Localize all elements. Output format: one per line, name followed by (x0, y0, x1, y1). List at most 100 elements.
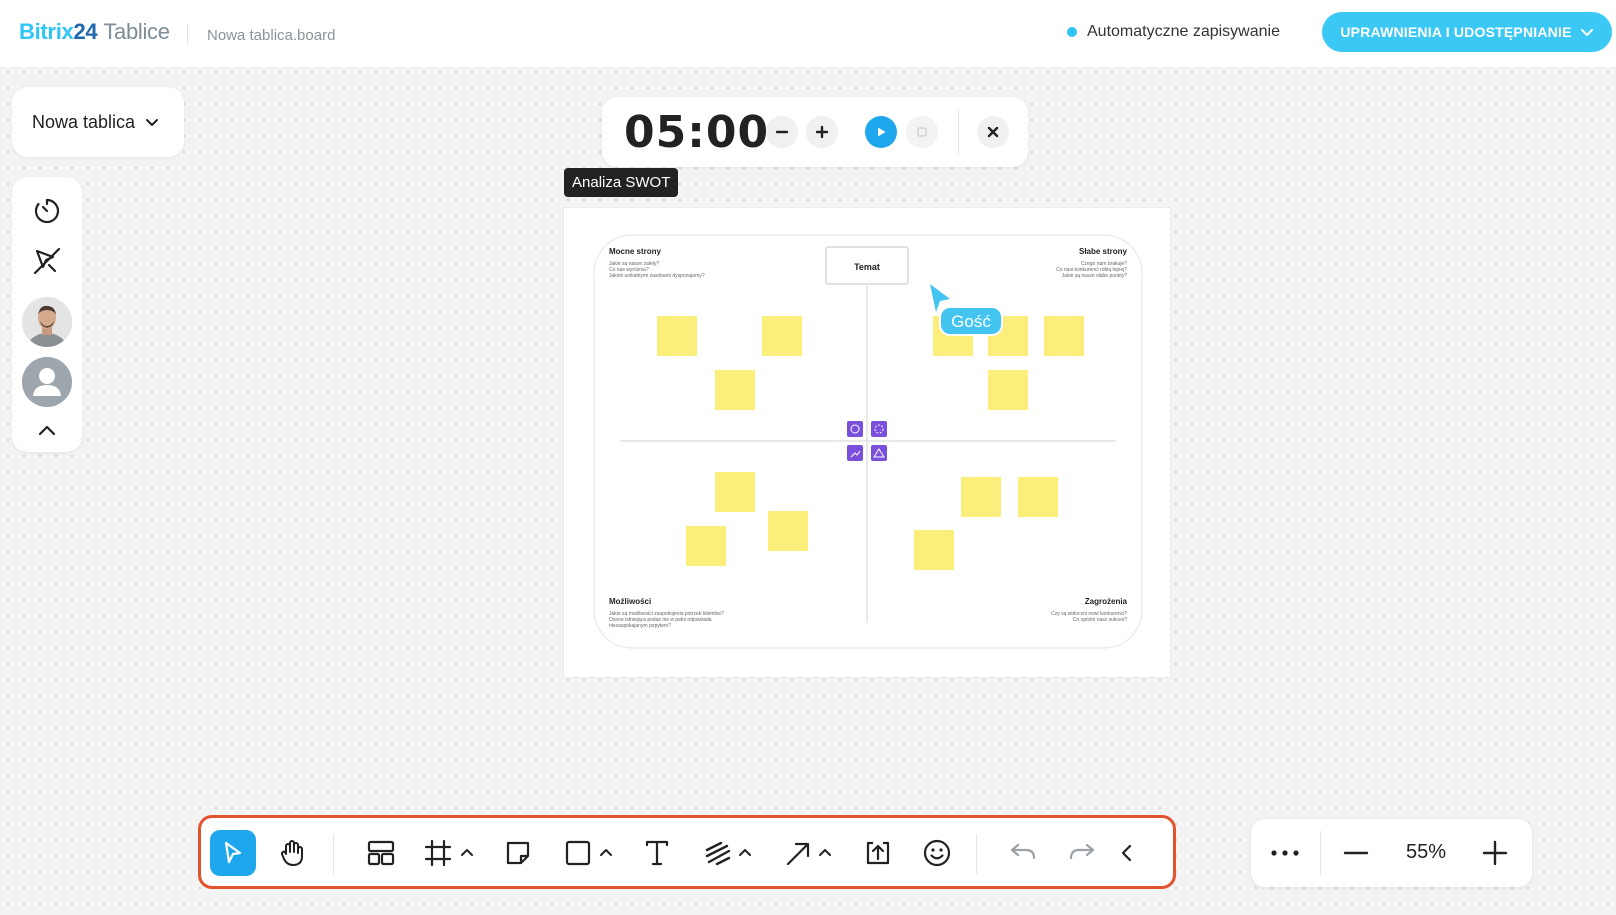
participant-avatar-photo[interactable] (12, 297, 82, 347)
connector-tool-button[interactable] (776, 830, 822, 876)
plus-icon (1482, 840, 1508, 866)
timer-panel: 05:00 (602, 97, 1028, 167)
more-dots-icon (1271, 850, 1299, 856)
timer-value: 05:00 (624, 107, 770, 158)
emoji-tool-button[interactable] (914, 830, 960, 876)
hand-icon (281, 840, 303, 866)
chevron-down-icon (146, 119, 159, 126)
plus-icon (815, 125, 829, 139)
timer-stop-button[interactable] (906, 116, 938, 148)
chevron-up-icon[interactable] (599, 845, 613, 859)
timer-divider (958, 109, 959, 155)
frame-tool-button[interactable] (415, 830, 461, 876)
person-photo-icon (22, 297, 72, 347)
minus-icon (775, 130, 789, 134)
zoom-panel: 55% (1251, 819, 1532, 887)
share-button-label: UPRAWNIENIA I UDOSTĘPNIANIE (1340, 24, 1572, 40)
swot-frame[interactable]: Temat Mocne strony Jakie są nasze zalety… (564, 208, 1170, 677)
user-placeholder-icon (22, 357, 72, 407)
collapse-toolbar-button[interactable] (1104, 830, 1150, 876)
sticky-note[interactable] (988, 370, 1028, 410)
chevron-up-icon[interactable] (818, 845, 832, 859)
undo-button[interactable] (1000, 830, 1046, 876)
sticky-note[interactable] (961, 477, 1001, 517)
chevron-down-icon (1580, 29, 1593, 36)
timer-decrease-button[interactable] (766, 116, 798, 148)
avatar (22, 297, 72, 347)
opportunities-line: niezaspokajanym popytem? (609, 623, 671, 629)
topic-label: Temat (854, 262, 880, 272)
strengths-line: Jakimi unikalnymi zasobami dysponujemy? (609, 273, 705, 279)
sticky-note-tool-button[interactable] (495, 830, 541, 876)
sticky-note-icon (506, 841, 530, 865)
sticky-note[interactable] (1044, 316, 1084, 356)
text-tool-button[interactable] (634, 830, 680, 876)
cursor-off-icon (33, 247, 61, 275)
stop-icon (917, 127, 927, 137)
sticky-note[interactable] (715, 370, 755, 410)
chevron-left-icon (1121, 844, 1132, 862)
weaknesses-line: Jakie są nasze słabe punkty? (1062, 273, 1128, 279)
share-permissions-button[interactable]: UPRAWNIENIA I UDOSTĘPNIANIE (1322, 12, 1612, 52)
sticky-note[interactable] (686, 526, 726, 566)
timer-icon (34, 198, 60, 224)
frame-label[interactable]: Analiza SWOT (564, 168, 679, 197)
timer-play-button[interactable] (865, 116, 897, 148)
sticky-note[interactable] (914, 530, 954, 570)
bottom-toolbar (198, 815, 1176, 889)
timer-increase-button[interactable] (806, 116, 838, 148)
chevron-up-icon[interactable] (738, 845, 752, 859)
header-divider (187, 24, 188, 44)
sticky-note[interactable] (715, 472, 755, 512)
upload-tool-button[interactable] (855, 830, 901, 876)
chevron-up-icon (38, 425, 56, 436)
zoom-in-button[interactable] (1478, 836, 1512, 870)
participant-avatar-guest[interactable] (12, 357, 82, 407)
app-logo[interactable]: Bitrix24 Tablice (19, 19, 170, 45)
close-icon (987, 126, 999, 138)
zoom-divider (1320, 831, 1321, 875)
shape-tool-button[interactable] (555, 830, 601, 876)
left-sidebar (12, 177, 82, 452)
swot-diagram: Temat Mocne strony Jakie są nasze zalety… (593, 234, 1143, 649)
collapse-sidebar-button[interactable] (12, 419, 82, 441)
board-selector-label: Nowa tablica (32, 111, 136, 132)
minus-icon (1343, 851, 1369, 855)
more-options-button[interactable] (1268, 836, 1302, 870)
logo-brand-number: 24 (73, 19, 98, 44)
sticky-note[interactable] (657, 316, 697, 356)
frame-hash-icon (424, 839, 452, 867)
threats-title: Zagrożenia (1085, 597, 1128, 606)
redo-button[interactable] (1059, 830, 1105, 876)
cursor-arrow-icon (224, 841, 242, 864)
sticky-note[interactable] (1018, 477, 1058, 517)
timer-close-button[interactable] (977, 116, 1009, 148)
logo-brand: Bitrix (19, 19, 74, 44)
arrow-up-right-icon (786, 842, 810, 866)
layout-template-icon (367, 840, 395, 866)
avatar (22, 357, 72, 407)
timer-button[interactable] (12, 197, 82, 225)
text-icon (645, 840, 669, 866)
pen-tool-button[interactable] (695, 830, 741, 876)
cursor-user-label: Gość (951, 312, 991, 331)
toolbar-divider (976, 834, 977, 874)
autosave-dot-icon (1067, 27, 1077, 37)
sticky-note[interactable] (762, 316, 802, 356)
zoom-level[interactable]: 55% (1406, 841, 1446, 864)
logo-product: Tablice (103, 19, 170, 44)
hand-tool-button[interactable] (269, 830, 315, 876)
emoji-smile-icon (923, 839, 951, 867)
redo-icon (1069, 843, 1095, 860)
play-icon (878, 127, 886, 137)
chevron-up-icon[interactable] (460, 845, 474, 859)
zoom-out-button[interactable] (1339, 836, 1373, 870)
follow-off-button[interactable] (12, 245, 82, 277)
warning-icon (871, 445, 887, 461)
autosave-label: Automatyczne zapisywanie (1087, 23, 1280, 40)
select-tool-button[interactable] (210, 830, 256, 876)
sticky-note[interactable] (768, 511, 808, 551)
weaknesses-title: Słabe strony (1079, 247, 1128, 256)
templates-tool-button[interactable] (358, 830, 404, 876)
board-selector-dropdown[interactable]: Nowa tablica (12, 87, 184, 157)
